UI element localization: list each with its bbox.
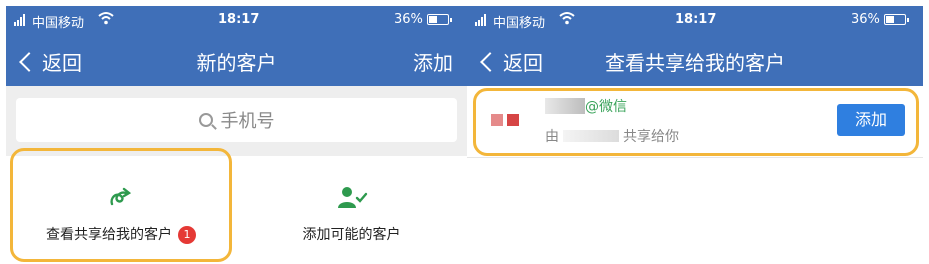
customer-name-redacted <box>545 98 585 114</box>
shared-customer-item[interactable]: @微信 由 共享给你 添加 <box>467 86 923 158</box>
header: 中国移动 18:17 36% 返回 查看共享给我的客户 <box>467 6 923 86</box>
battery-icon <box>427 14 452 25</box>
battery-icon <box>884 14 909 25</box>
header: 中国移动 18:17 36% 返回 新的客户 添加 <box>6 6 467 86</box>
tile-shared-customers[interactable]: 查看共享给我的客户 1 <box>6 156 236 264</box>
search-icon <box>198 113 213 127</box>
search-placeholder: 手机号 <box>220 111 275 132</box>
avatar <box>491 114 523 130</box>
battery-percent: 36% <box>394 12 423 27</box>
battery-percent: 36% <box>851 12 880 27</box>
search-area: 手机号 <box>6 86 467 156</box>
carrier-label: 中国移动 <box>493 16 546 31</box>
share-swirl-icon <box>110 187 132 206</box>
status-bar: 中国移动 18:17 36% <box>467 6 923 34</box>
shared-by-prefix: 由 <box>545 129 559 145</box>
nav-bar: 返回 新的客户 添加 <box>6 36 467 84</box>
wifi-icon <box>559 12 575 25</box>
carrier-label: 中国移动 <box>32 16 85 31</box>
tile-label: 添加可能的客户 <box>302 227 401 243</box>
add-user-check-icon <box>337 187 367 208</box>
add-button[interactable]: 添加 <box>413 47 453 76</box>
status-time: 18:17 <box>675 12 717 27</box>
shared-by-suffix: 共享给你 <box>623 129 679 145</box>
shared-customers-screen: 中国移动 18:17 36% 返回 查看共享给我的客户 @微信 由 共享给你 添… <box>467 6 923 264</box>
new-customers-screen: 中国移动 18:17 36% 返回 新的客户 添加 手机号 查看共享给我的客户 … <box>6 6 467 264</box>
action-grid: 查看共享给我的客户 1 添加可能的客户 <box>6 156 467 264</box>
search-input[interactable]: 手机号 <box>16 98 457 142</box>
wifi-icon <box>98 12 114 25</box>
page-title: 新的客户 <box>196 51 277 75</box>
add-customer-button[interactable]: 添加 <box>837 104 905 136</box>
nav-bar: 返回 查看共享给我的客户 <box>467 36 923 84</box>
status-time: 18:17 <box>218 12 260 27</box>
page-title: 查看共享给我的客户 <box>605 51 785 75</box>
wechat-tag: @微信 <box>585 99 627 115</box>
sharer-name-redacted <box>563 130 619 142</box>
status-bar: 中国移动 18:17 36% <box>6 6 467 34</box>
tile-label: 查看共享给我的客户 <box>46 227 172 243</box>
notification-badge: 1 <box>178 226 196 244</box>
tile-add-possible-customers[interactable]: 添加可能的客户 <box>236 156 467 264</box>
screenshot-stage: 中国移动 18:17 36% 返回 新的客户 添加 手机号 查看共享给我的客户 … <box>0 0 929 264</box>
